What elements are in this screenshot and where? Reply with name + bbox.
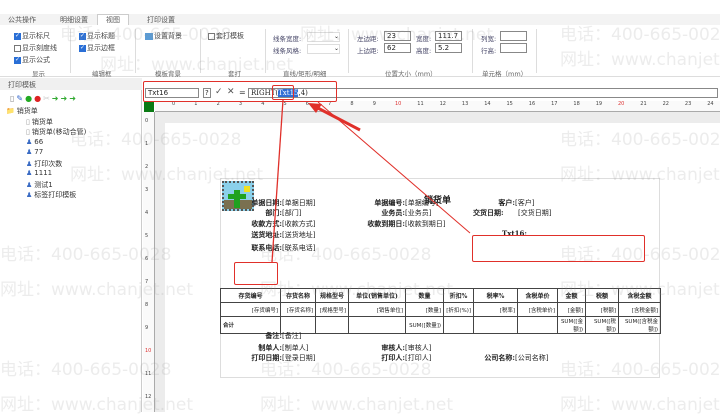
arrow-line-txt15 (271, 99, 284, 263)
annotation-arrows (271, 99, 471, 263)
arrow-pointer (313, 104, 361, 132)
